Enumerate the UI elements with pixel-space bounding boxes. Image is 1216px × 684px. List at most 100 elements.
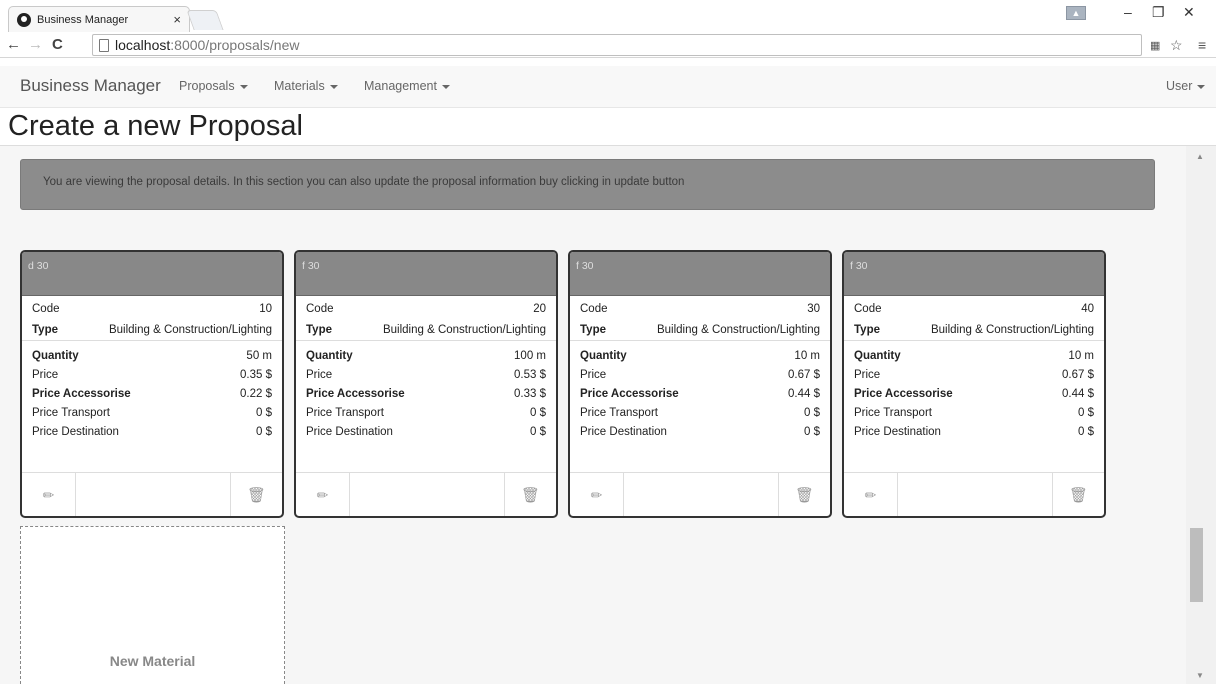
price-value: 0.67 $ [1062, 369, 1094, 381]
tab-close-icon[interactable]: × [173, 12, 181, 27]
scroll-up-icon[interactable]: ▲ [1196, 152, 1204, 161]
scroll-down-icon[interactable]: ▼ [1196, 671, 1204, 680]
delete-button[interactable]: 🗑 [230, 473, 282, 516]
material-card: f 30 Code 20 Type Building & Constructio… [294, 250, 558, 518]
price-destination-label: Price Destination [580, 426, 667, 438]
edit-button[interactable]: ✏ [296, 473, 350, 516]
code-value: 30 [807, 303, 820, 315]
nav-user-label: User [1166, 79, 1193, 93]
info-alert: You are viewing the proposal details. In… [20, 159, 1155, 210]
edit-button[interactable]: ✏ [22, 473, 76, 516]
card-type-row: Type Building & Construction/Lighting [844, 321, 1104, 341]
card-footer: ✏ 🗑 [844, 472, 1104, 516]
pencil-icon: ✏ [864, 486, 877, 503]
url-bar[interactable]: localhost:8000/proposals/new [92, 34, 1142, 56]
scrollbar[interactable]: ▲ ▼ [1186, 146, 1216, 684]
nav-proposals-label: Proposals [179, 79, 235, 93]
price-accessorise-label: Price Accessorise [854, 388, 953, 400]
translate-icon[interactable]: ▦ [1150, 39, 1160, 52]
minimize-button[interactable]: – [1124, 4, 1132, 20]
card-header: d 30 [22, 252, 282, 296]
quantity-label: Quantity [854, 350, 901, 362]
type-label: Type [854, 324, 880, 336]
card-header: f 30 [296, 252, 556, 296]
pencil-icon: ✏ [316, 486, 329, 503]
material-card: d 30 Code 10 Type Building & Constructio… [20, 250, 284, 518]
pencil-icon: ✏ [42, 486, 55, 503]
new-material-card[interactable]: New Material [20, 526, 285, 684]
url-host: localhost [115, 37, 171, 53]
card-type-row: Type Building & Construction/Lighting [570, 321, 830, 341]
quantity-label: Quantity [306, 350, 353, 362]
card-footer: ✏ 🗑 [296, 472, 556, 516]
quantity-value: 10 m [794, 350, 820, 362]
nav-management-label: Management [364, 79, 437, 93]
card-details: Quantity 100 m Price 0.53 $ Price Accessor… [296, 341, 556, 442]
card-details: Quantity 50 m Price 0.35 $ Price Accessori… [22, 341, 282, 442]
new-tab-button[interactable] [186, 10, 224, 30]
caret-down-icon [441, 84, 450, 89]
back-arrow-icon[interactable]: ← [6, 36, 21, 53]
quantity-value: 50 m [246, 350, 272, 362]
type-value: Building & Construction/Lighting [382, 324, 546, 336]
price-accessorise-value: 0.33 $ [514, 388, 546, 400]
card-code-row: Code 20 [296, 301, 556, 321]
card-type-row: Type Building & Construction/Lighting [22, 321, 282, 341]
price-transport-value: 0 $ [804, 407, 820, 419]
price-label: Price [854, 369, 881, 381]
nav-user[interactable]: User [1166, 79, 1206, 93]
profile-icon[interactable]: ▲ [1066, 6, 1086, 20]
price-destination-value: 0 $ [1078, 426, 1094, 438]
type-value: Building & Construction/Lighting [930, 324, 1094, 336]
scrollbar-thumb[interactable] [1190, 528, 1203, 602]
quantity-value: 10 m [1068, 350, 1094, 362]
quantity-label: Quantity [32, 350, 79, 362]
nav-materials[interactable]: Materials [274, 79, 338, 93]
trash-icon: 🗑 [794, 487, 815, 504]
caret-down-icon [239, 84, 248, 89]
app-navbar: Business Manager Proposals Materials Man… [0, 66, 1216, 108]
edit-button[interactable]: ✏ [570, 473, 624, 516]
price-destination-label: Price Destination [854, 426, 941, 438]
card-code-row: Code 40 [844, 301, 1104, 321]
price-destination-value: 0 $ [804, 426, 820, 438]
material-card: f 30 Code 40 Type Building & Constructio… [842, 250, 1106, 518]
quantity-label: Quantity [580, 350, 627, 362]
trash-icon: 🗑 [520, 487, 541, 504]
nav-management[interactable]: Management [364, 79, 450, 93]
new-material-label: New Material [109, 653, 196, 669]
price-value: 0.35 $ [240, 369, 272, 381]
delete-button[interactable]: 🗑 [504, 473, 556, 516]
browser-tab-strip: Business Manager × ▲ – ❐ ✕ [0, 0, 1216, 32]
page-icon [99, 38, 109, 52]
card-header: f 30 [570, 252, 830, 296]
material-card: f 30 Code 30 Type Building & Constructio… [568, 250, 832, 518]
code-value: 10 [259, 303, 272, 315]
type-value: Building & Construction/Lighting [656, 324, 820, 336]
restore-button[interactable]: ❐ [1152, 4, 1165, 21]
price-destination-value: 0 $ [256, 426, 272, 438]
price-destination-label: Price Destination [306, 426, 393, 438]
card-details: Quantity 10 m Price 0.67 $ Price Accessori… [570, 341, 830, 442]
edit-button[interactable]: ✏ [844, 473, 898, 516]
forward-arrow-icon[interactable]: → [28, 36, 43, 53]
price-transport-label: Price Transport [32, 407, 110, 419]
code-label: Code [306, 303, 334, 315]
price-accessorise-label: Price Accessorise [32, 388, 131, 400]
nav-proposals[interactable]: Proposals [179, 79, 248, 93]
type-label: Type [306, 324, 332, 336]
delete-button[interactable]: 🗑 [1052, 473, 1104, 516]
brand[interactable]: Business Manager [20, 76, 161, 96]
card-header: f 30 [844, 252, 1104, 296]
price-transport-value: 0 $ [530, 407, 546, 419]
price-label: Price [580, 369, 607, 381]
code-value: 20 [533, 303, 546, 315]
price-transport-label: Price Transport [306, 407, 384, 419]
browser-tab[interactable]: Business Manager × [8, 6, 190, 32]
menu-icon[interactable]: ≡ [1198, 37, 1206, 53]
close-window-button[interactable]: ✕ [1183, 4, 1195, 21]
reload-icon[interactable]: C [52, 36, 63, 53]
delete-button[interactable]: 🗑 [778, 473, 830, 516]
type-label: Type [32, 324, 58, 336]
bookmark-star-icon[interactable]: ☆ [1170, 37, 1183, 54]
